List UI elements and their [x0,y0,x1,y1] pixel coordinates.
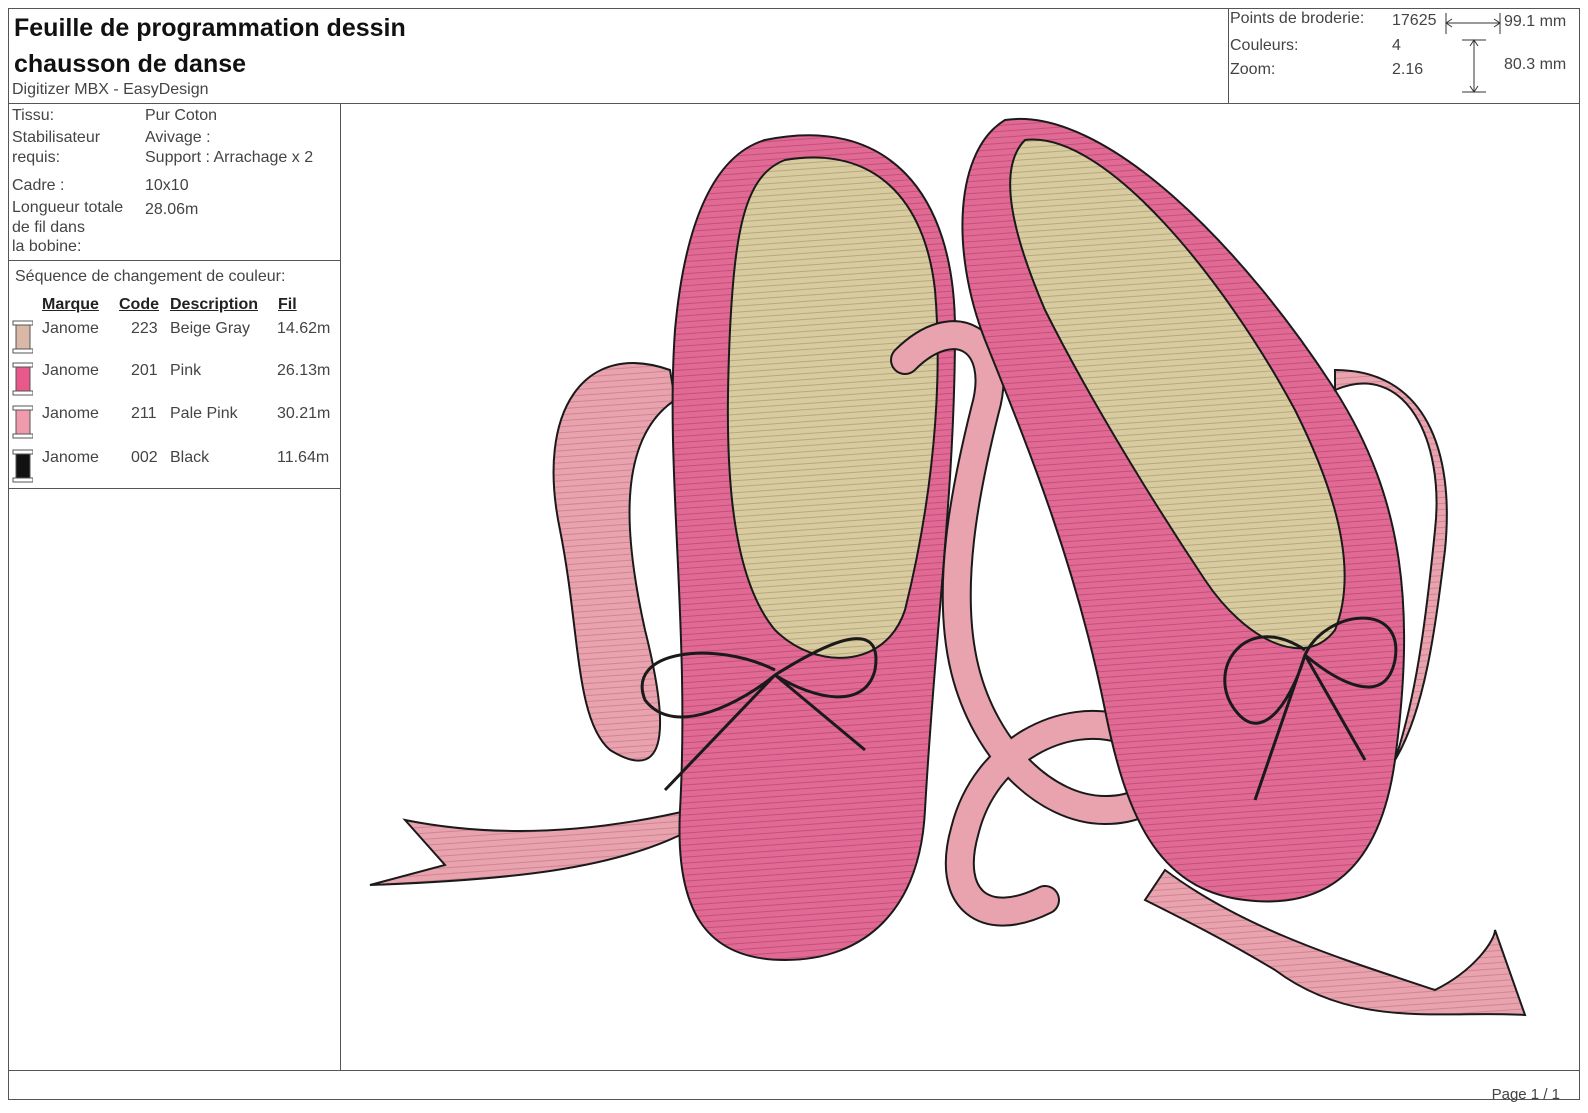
header-marque: Marque [42,296,99,313]
thread-spool-icon [12,405,33,439]
points-label: Points de broderie: [1230,10,1365,27]
header-code: Code [119,296,159,313]
sequence-description: Pink [170,362,202,379]
sequence-title: Séquence de changement de couleur: [15,268,286,285]
avivage-value: Avivage : [145,129,211,146]
tissu-label: Tissu: [12,107,55,124]
right-ribbon-tail [1143,868,1527,1017]
sidebar-divider [340,103,341,1071]
sequence-marque: Janome [42,320,99,337]
title-line-2: chausson de danse [14,50,247,78]
zoom-label: Zoom: [1230,61,1276,78]
thread-spool-icon [12,449,33,483]
zoom-value: 2.16 [1392,61,1424,78]
page-number: Page 1 / 1 [1491,1086,1560,1103]
sequence-marque: Janome [42,362,99,379]
footer-divider [8,1070,1580,1071]
left-ribbon-tail [369,808,691,886]
sequence-code: 002 [131,449,158,466]
sequence-fil: 14.62m [277,320,331,337]
tissu-value: Pur Coton [145,107,218,124]
ballet-shoes-embroidery [369,117,1527,1017]
sequence-divider [8,488,340,489]
header-divider [8,103,1580,104]
info-divider [8,260,340,261]
colors-label: Couleurs: [1230,37,1299,54]
dimension-arrows-icon [1445,13,1501,93]
sequence-description: Pale Pink [170,405,238,422]
sequence-marque: Janome [42,405,99,422]
stats-divider [1228,8,1229,104]
height-value: 80.3 mm [1504,56,1567,73]
length-label-1: Longueur totale [12,199,124,216]
sequence-code: 211 [131,405,157,422]
colors-value: 4 [1392,37,1401,54]
thread-spool-icon [12,362,33,396]
length-label-3: la bobine: [12,238,82,255]
left-shoe-sole [726,156,939,659]
sequence-marque: Janome [42,449,99,466]
points-value: 17625 [1392,12,1437,29]
length-value: 28.06m [145,201,199,218]
length-label-2: de fil dans [12,219,85,236]
software-name: Digitizer MBX - EasyDesign [12,81,209,98]
stabilizer-label-2: requis: [12,149,61,166]
page-title: Feuille de programmation dessin chausson… [14,10,484,82]
sequence-code: 201 [131,362,158,379]
width-value: 99.1 mm [1504,13,1567,30]
header-fil: Fil [278,296,297,313]
title-line-1: Feuille de programmation dessin [14,14,406,42]
left-ribbon [552,362,677,762]
support-value: Support : Arrachage x 2 [145,149,314,166]
thread-spool-icon [12,320,33,354]
cadre-label: Cadre : [12,177,65,194]
stabilizer-label-1: Stabilisateur [12,129,101,146]
sequence-fil: 30.21m [277,405,331,422]
cadre-value: 10x10 [145,177,189,194]
sequence-fil: 11.64m [277,449,330,466]
header-description: Description [170,296,259,313]
sequence-description: Beige Gray [170,320,251,337]
sequence-fil: 26.13m [277,362,331,379]
sequence-code: 223 [131,320,158,337]
sequence-description: Black [170,449,210,466]
